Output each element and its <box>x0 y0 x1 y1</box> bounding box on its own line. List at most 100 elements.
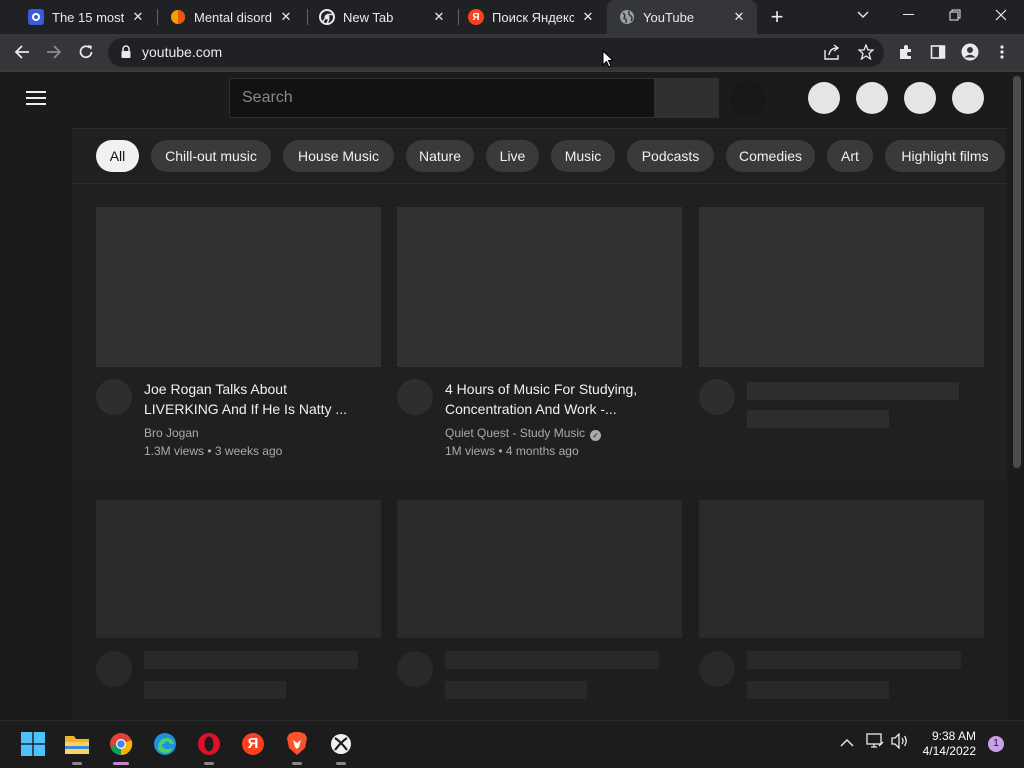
tab-youtube[interactable]: YouTube ✕ <box>607 0 757 34</box>
url-text: youtube.com <box>142 44 223 60</box>
meta-separator: • <box>498 444 503 458</box>
yandex-browser-icon[interactable]: Я <box>240 731 266 757</box>
tab-search-chevron-icon[interactable] <box>840 0 886 30</box>
channel-name-text: Quiet Quest - Study Music <box>445 426 586 440</box>
search-box[interactable] <box>229 78 655 118</box>
taskbar-indicator <box>204 762 214 765</box>
tab-new-tab[interactable]: New Tab ✕ <box>299 0 457 34</box>
chip-highlight-films[interactable]: Highlight films <box>885 140 1005 172</box>
bookmark-star-icon[interactable] <box>857 43 875 65</box>
forward-arrow-icon[interactable] <box>42 40 66 64</box>
skeleton-meta <box>445 681 587 699</box>
skeleton-thumbnail <box>96 500 381 638</box>
search-input[interactable] <box>230 79 654 117</box>
skeleton-meta <box>747 410 889 428</box>
close-window-icon[interactable] <box>978 0 1024 30</box>
tab-title: The 15 most popular <box>52 9 124 25</box>
tab-title: YouTube <box>643 9 695 25</box>
extensions-puzzle-icon[interactable] <box>894 40 918 64</box>
chrome-menu-icon[interactable] <box>990 40 1014 64</box>
video-thumbnail[interactable] <box>96 207 381 367</box>
video-thumbnail[interactable] <box>397 207 682 367</box>
mouse-cursor-icon <box>602 49 615 73</box>
video-title-line: LIVERKING And If He Is Natty ... <box>144 401 348 417</box>
globe-icon <box>619 9 635 25</box>
channel-name[interactable]: Quiet Quest - Study Music ✓ <box>445 424 602 442</box>
skeleton-thumbnail <box>397 500 682 638</box>
profile-icon[interactable] <box>958 40 982 64</box>
tab-15-most-popular[interactable]: The 15 most popular ✕ <box>8 0 156 34</box>
chip-all[interactable]: All <box>96 140 139 172</box>
reload-icon[interactable] <box>74 40 98 64</box>
address-bar[interactable]: youtube.com <box>108 38 884 67</box>
channel-avatar[interactable] <box>96 379 132 415</box>
close-tab-icon[interactable]: ✕ <box>130 9 146 25</box>
channel-name[interactable]: Bro Jogan <box>144 424 199 442</box>
skeleton-avatar <box>699 379 735 415</box>
channel-avatar[interactable] <box>397 379 433 415</box>
search-button[interactable] <box>655 78 719 118</box>
xbox-icon[interactable] <box>328 731 354 765</box>
chip-comedies[interactable]: Comedies <box>726 140 815 172</box>
edge-icon[interactable] <box>152 731 178 757</box>
page-scrollbar[interactable] <box>1013 76 1021 468</box>
view-count: 1M views <box>445 444 496 458</box>
chip-art[interactable]: Art <box>827 140 873 172</box>
skeleton-avatar <box>96 651 132 687</box>
tab-yandex-search[interactable]: Я Поиск Яндекса ✕ <box>448 0 606 34</box>
file-explorer-icon[interactable] <box>64 731 90 765</box>
avatar[interactable] <box>952 82 984 114</box>
video-grid: Joe Rogan Talks About LIVERKING And If H… <box>72 184 1007 720</box>
chip-nature[interactable]: Nature <box>406 140 474 172</box>
windows-start-icon[interactable] <box>20 731 46 757</box>
video-title[interactable]: 4 Hours of Music For Studying, Concentra… <box>445 379 670 419</box>
skeleton-title <box>445 651 659 669</box>
notification-badge[interactable]: 1 <box>988 736 1004 752</box>
opera-icon[interactable] <box>196 731 222 765</box>
chip-bar: All Chill-out music House Music Nature L… <box>72 128 1007 184</box>
taskbar-indicator <box>292 762 302 765</box>
skeleton-thumbnail <box>699 207 984 367</box>
taskbar-indicator <box>72 762 82 765</box>
close-tab-icon[interactable]: ✕ <box>580 9 596 25</box>
video-title-line: Concentration And Work -... <box>445 401 617 417</box>
network-icon[interactable] <box>866 733 884 754</box>
taskbar-indicator <box>113 762 129 765</box>
chip-live[interactable]: Live <box>486 140 539 172</box>
skeleton-meta <box>144 681 286 699</box>
header-placeholder-button[interactable] <box>808 82 840 114</box>
system-clock[interactable]: 9:38 AM 4/14/2022 <box>920 729 976 759</box>
close-tab-icon[interactable]: ✕ <box>731 9 747 25</box>
chrome-taskbar-icon[interactable] <box>108 731 134 765</box>
header-placeholder-button[interactable] <box>856 82 888 114</box>
tab-mental-disorders[interactable]: Mental disorders ✕ <box>150 0 304 34</box>
view-count: 1.3M views <box>144 444 205 458</box>
voice-search-button[interactable] <box>730 80 766 116</box>
skeleton-title <box>144 651 358 669</box>
chip-house-music[interactable]: House Music <box>283 140 394 172</box>
back-arrow-icon[interactable] <box>10 40 34 64</box>
youtube-page: All Chill-out music House Music Nature L… <box>0 72 1024 720</box>
lock-icon[interactable] <box>120 45 132 64</box>
chip-chill-out-music[interactable]: Chill-out music <box>151 140 271 172</box>
site-icon <box>28 9 44 25</box>
show-hidden-icons-chevron-icon[interactable] <box>840 735 854 753</box>
close-tab-icon[interactable]: ✕ <box>278 9 294 25</box>
tab-title: New Tab <box>343 9 394 25</box>
brave-icon[interactable] <box>284 731 310 765</box>
volume-icon[interactable] <box>890 732 910 754</box>
chip-podcasts[interactable]: Podcasts <box>627 140 714 172</box>
taskbar-indicator <box>336 762 346 765</box>
side-panel-icon[interactable] <box>926 40 950 64</box>
share-icon[interactable] <box>824 44 842 65</box>
chip-music[interactable]: Music <box>551 140 615 172</box>
restore-icon[interactable] <box>932 0 978 30</box>
guide-menu-icon[interactable] <box>26 90 46 106</box>
header-placeholder-button[interactable] <box>904 82 936 114</box>
meta-separator: • <box>207 444 212 458</box>
close-tab-icon[interactable]: ✕ <box>431 9 447 25</box>
tab-strip: The 15 most popular ✕ Mental disorders ✕… <box>0 0 1024 34</box>
new-tab-button[interactable]: + <box>766 6 788 28</box>
video-title[interactable]: Joe Rogan Talks About LIVERKING And If H… <box>144 379 369 419</box>
minimize-icon[interactable] <box>886 0 932 30</box>
